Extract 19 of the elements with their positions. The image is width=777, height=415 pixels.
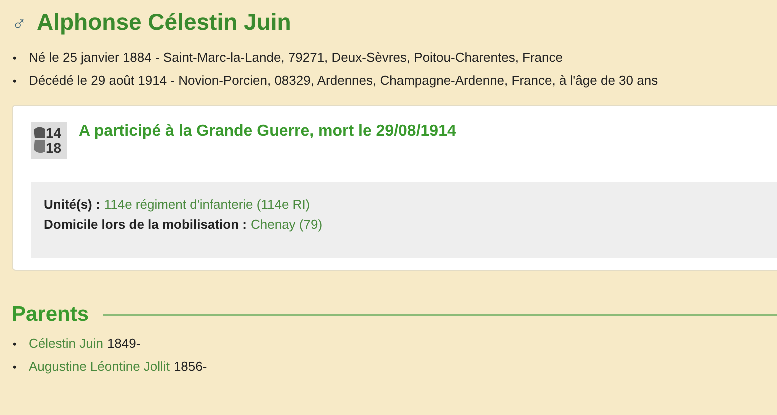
soldier-badge-icon: 14 18 (31, 122, 67, 159)
fact-line: Né le 25 janvier 1884 - Saint-Marc-la-Lande, 79271, Deux-Sèvres, Poitou-Charentes, France (29, 49, 563, 67)
parent-years: 1849- (107, 335, 141, 353)
section-heading: Parents (12, 303, 90, 327)
parent-years: 1856- (174, 358, 208, 376)
detail-label: Unité(s) : (44, 197, 100, 212)
fact-line: Décédé le 29 août 1914 - Novion-Porcien, 08329, Ardennes, Champagne-Ardenne, France, à l'âge de 30 ans (29, 72, 658, 90)
bullet: • (13, 52, 18, 67)
war-card-title: A participé à la Grande Guerre, mort le 29/08/1914 (79, 123, 456, 141)
male-symbol: ♂ (12, 13, 27, 36)
parent-link[interactable]: Célestin Juin (29, 333, 104, 355)
detail-link[interactable]: Chenay (79) (251, 217, 323, 232)
parent-link[interactable]: Augustine Léontine Jollit (29, 356, 170, 378)
bullet: • (13, 75, 18, 90)
detail-link[interactable]: 114e régiment d'infanterie (114e RI) (104, 197, 310, 212)
person-name: Alphonse Célestin Juin (37, 9, 292, 36)
detail-label: Domicile lors de la mobilisation : (44, 217, 247, 232)
bullet: • (13, 338, 18, 353)
bullet: • (13, 361, 18, 376)
